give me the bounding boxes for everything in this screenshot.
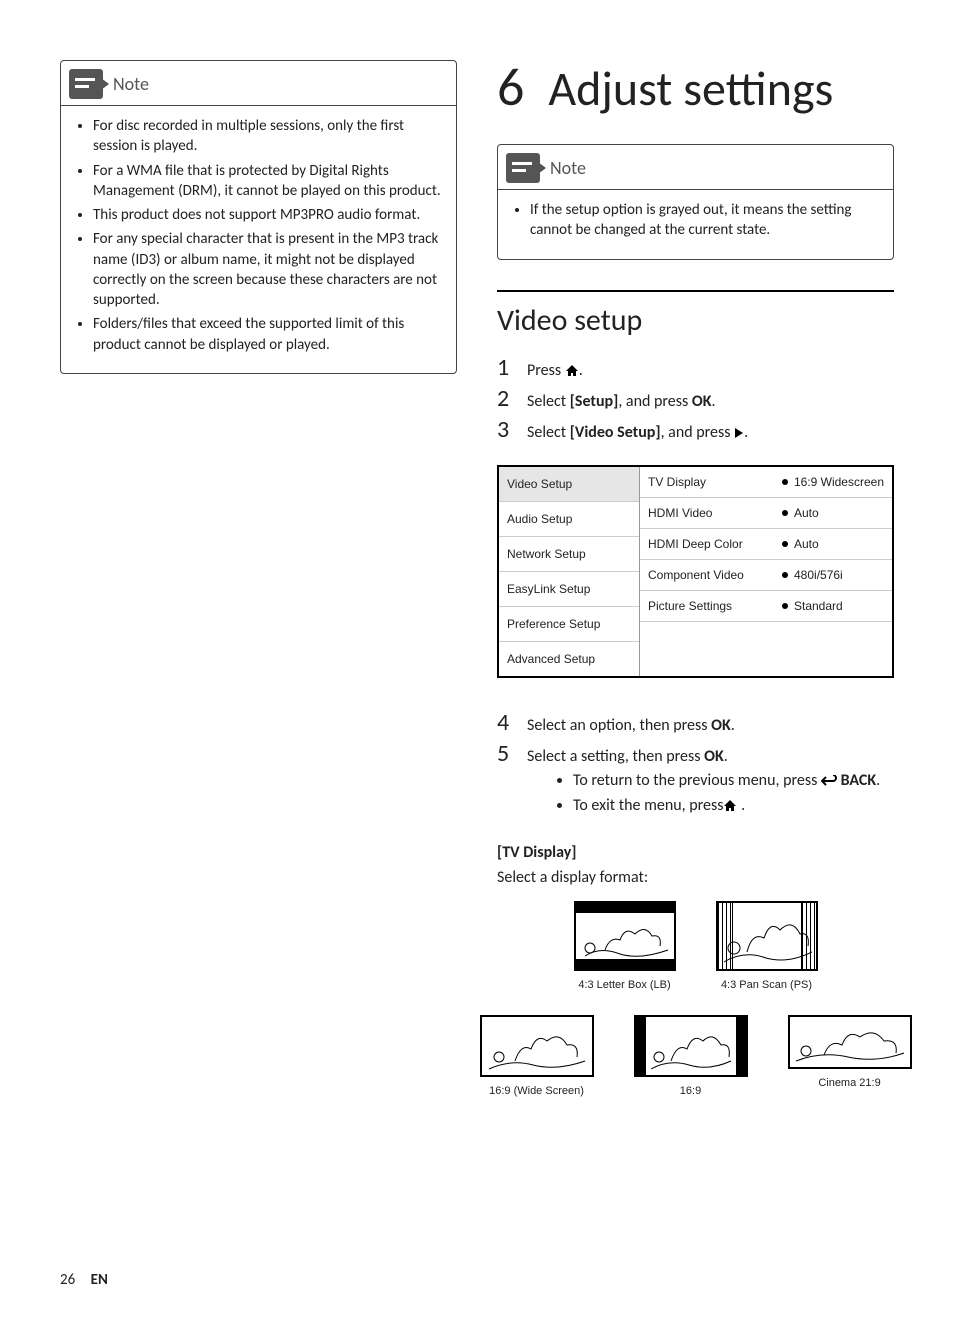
note-title: Note bbox=[113, 73, 149, 95]
menu-cat-advanced: Advanced Setup bbox=[499, 642, 639, 676]
tv-icon bbox=[716, 901, 818, 971]
note-item: Folders/files that exceed the supported … bbox=[93, 314, 442, 355]
page-lang: EN bbox=[91, 1271, 108, 1289]
bullet-icon bbox=[782, 572, 788, 578]
fig-16-9: 16:9 bbox=[634, 1015, 748, 1097]
note-list: For disc recorded in multiple sessions, … bbox=[75, 116, 442, 355]
menu-cat-audio: Audio Setup bbox=[499, 502, 639, 537]
tv-icon bbox=[574, 901, 676, 971]
step-text: Select a setting, then press OK. To retu… bbox=[527, 746, 894, 823]
fig-caption: 16:9 bbox=[634, 1085, 748, 1097]
back-icon bbox=[821, 775, 837, 787]
tv-figures-row2: 16:9 (Wide Screen) 16:9 Cinema 21:9 bbox=[497, 1015, 894, 1097]
note-list: If the setup option is grayed out, it me… bbox=[512, 200, 879, 241]
menu-cat-video: Video Setup bbox=[499, 467, 639, 502]
bullet-icon bbox=[782, 479, 788, 485]
step-text: Select an option, then press OK. bbox=[527, 715, 894, 737]
right-column: 6 Adjust settings Note If the setup opti… bbox=[497, 60, 894, 1097]
note-icon bbox=[69, 69, 103, 99]
fig-caption: 4:3 Pan Scan (PS) bbox=[716, 979, 818, 991]
menu-cat-preference: Preference Setup bbox=[499, 607, 639, 642]
bullet-icon bbox=[782, 603, 788, 609]
note-box-right: Note If the setup option is grayed out, … bbox=[497, 144, 894, 260]
note-item: For disc recorded in multiple sessions, … bbox=[93, 116, 442, 157]
step-number: 5 bbox=[497, 739, 513, 768]
step-text: Press . bbox=[527, 360, 894, 382]
section-rule bbox=[497, 290, 894, 292]
option-label: [TV Display] bbox=[497, 843, 894, 862]
section-heading: Video setup bbox=[497, 302, 894, 339]
note-item: For a WMA file that is protected by Digi… bbox=[93, 161, 442, 202]
fig-letterbox: 4:3 Letter Box (LB) bbox=[574, 901, 676, 991]
sub-step: To exit the menu, press . bbox=[573, 795, 894, 817]
note-item: This product does not support MP3PRO aud… bbox=[93, 205, 442, 225]
fig-cinema219: Cinema 21:9 bbox=[788, 1015, 912, 1097]
tv-icon bbox=[788, 1015, 912, 1069]
tv-icon bbox=[634, 1015, 748, 1077]
fig-caption: Cinema 21:9 bbox=[788, 1077, 912, 1089]
chapter-title: Adjust settings bbox=[548, 65, 833, 113]
step-number: 1 bbox=[497, 353, 513, 382]
fig-panscan: 4:3 Pan Scan (PS) bbox=[716, 901, 818, 991]
settings-menu-options: TV Display16:9 Widescreen HDMI VideoAuto… bbox=[640, 467, 892, 676]
note-item: For any special character that is presen… bbox=[93, 229, 442, 310]
right-arrow-icon bbox=[734, 427, 744, 439]
left-column: Note For disc recorded in multiple sessi… bbox=[60, 60, 457, 1097]
chapter-number: 6 bbox=[497, 60, 524, 114]
home-icon bbox=[723, 799, 737, 812]
steps-list-2: 4 Select an option, then press OK. 5 Sel… bbox=[497, 708, 894, 824]
sub-steps: To return to the previous menu, press BA… bbox=[527, 770, 894, 817]
note-box-left: Note For disc recorded in multiple sessi… bbox=[60, 60, 457, 374]
note-title: Note bbox=[550, 157, 586, 179]
step-number: 2 bbox=[497, 384, 513, 413]
option-desc: Select a display format: bbox=[497, 868, 894, 887]
step-number: 3 bbox=[497, 415, 513, 444]
fig-caption: 4:3 Letter Box (LB) bbox=[574, 979, 676, 991]
menu-cat-easylink: EasyLink Setup bbox=[499, 572, 639, 607]
page-footer: 26 EN bbox=[60, 1271, 108, 1289]
step-text: Select [Video Setup], and press . bbox=[527, 422, 894, 444]
step-number: 4 bbox=[497, 708, 513, 737]
steps-list: 1 Press . 2 Select [Setup], and press OK… bbox=[497, 353, 894, 445]
home-icon bbox=[565, 364, 579, 377]
settings-menu-categories: Video Setup Audio Setup Network Setup Ea… bbox=[499, 467, 640, 676]
fig-caption: 16:9 (Wide Screen) bbox=[480, 1085, 594, 1097]
step-text: Select [Setup], and press OK. bbox=[527, 391, 894, 413]
menu-cat-network: Network Setup bbox=[499, 537, 639, 572]
chapter-heading: 6 Adjust settings bbox=[497, 60, 894, 114]
page-number: 26 bbox=[60, 1271, 75, 1289]
tv-figures-row1: 4:3 Letter Box (LB) 4:3 Pan Scan (PS) bbox=[497, 901, 894, 991]
tv-icon bbox=[480, 1015, 594, 1077]
settings-menu: Video Setup Audio Setup Network Setup Ea… bbox=[497, 465, 894, 678]
note-icon bbox=[506, 153, 540, 183]
bullet-icon bbox=[782, 541, 788, 547]
bullet-icon bbox=[782, 510, 788, 516]
note-item: If the setup option is grayed out, it me… bbox=[530, 200, 879, 241]
sub-step: To return to the previous menu, press BA… bbox=[573, 770, 894, 792]
fig-widescreen: 16:9 (Wide Screen) bbox=[480, 1015, 594, 1097]
